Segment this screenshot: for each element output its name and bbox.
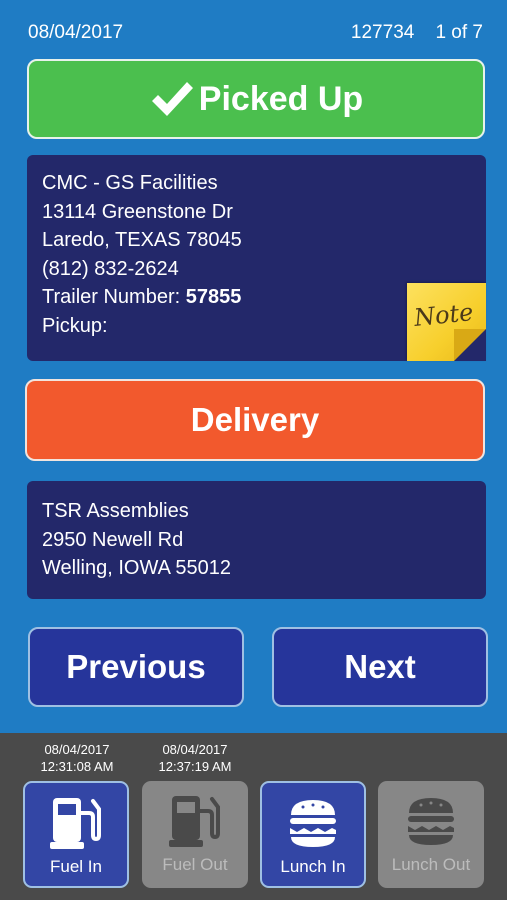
lunch-out-label: Lunch Out (391, 855, 471, 874)
timestamp-time: 12:31:08 AM (40, 759, 114, 774)
delivery-street: 2950 Newell Rd (42, 528, 184, 551)
fuel-out-button[interactable]: Fuel Out (142, 781, 248, 888)
delivery-details-card: TSR Assemblies 2950 Newell Rd Welling, I… (27, 481, 486, 599)
header-date: 08/04/2017 (28, 22, 124, 43)
note-sticky-icon[interactable]: Note (407, 283, 486, 361)
picked-up-button[interactable]: Picked Up (27, 59, 485, 139)
delivery-label: Delivery (190, 401, 320, 438)
lunch-out-button[interactable]: Lunch Out (378, 781, 484, 888)
fuel-in-label: Fuel In (50, 857, 102, 876)
timestamp-date: 08/04/2017 (44, 742, 110, 757)
picked-up-label: Picked Up (198, 79, 364, 118)
top-status-bar: 08/04/2017 127734 1 of 7 (0, 0, 507, 60)
next-button[interactable]: Next (272, 627, 488, 707)
previous-button[interactable]: Previous (28, 627, 244, 707)
pickup-phone[interactable]: (812) 832-2624 (42, 255, 471, 284)
pickup-street: 13114 Greenstone Dr (42, 200, 233, 223)
delivery-company: TSR Assemblies (42, 500, 189, 522)
pickup-city: Laredo, TEXAS 78045 (42, 229, 242, 251)
trailer-label: Trailer Number: (42, 286, 186, 308)
note-label: Note (412, 297, 475, 333)
header-order-info: 127734 1 of 7 (351, 22, 483, 44)
pickup-details-card: CMC - GS Facilities 13114 Greenstone Dr … (27, 155, 486, 361)
burger-icon (408, 798, 454, 845)
trailer-number: 57855 (185, 286, 242, 308)
lunch-in-label: Lunch In (280, 857, 346, 876)
fuel-pump-icon (50, 798, 101, 849)
burger-icon (290, 800, 336, 847)
order-number: 127734 (350, 22, 415, 43)
bottom-action-bar: 08/04/2017 12:31:08 AM 08/04/2017 12:37:… (0, 733, 507, 900)
fuel-out-timestamp: 08/04/2017 12:37:19 AM (145, 741, 245, 775)
fuel-out-label: Fuel Out (162, 855, 228, 874)
checkmark-icon (151, 82, 193, 116)
timestamp-date: 08/04/2017 (162, 742, 228, 757)
pickup-company: CMC - GS Facilities (42, 172, 218, 194)
page-indicator: 1 of 7 (435, 22, 483, 43)
delivery-city: Welling, IOWA 55012 (42, 557, 231, 579)
delivery-button[interactable]: Delivery (25, 379, 485, 461)
timestamp-time: 12:37:19 AM (158, 759, 232, 774)
fuel-in-button[interactable]: Fuel In (23, 781, 129, 888)
lunch-in-button[interactable]: Lunch In (260, 781, 366, 888)
fuel-pump-icon (169, 796, 220, 847)
fuel-in-timestamp: 08/04/2017 12:31:08 AM (27, 741, 127, 775)
next-label: Next (344, 648, 416, 685)
previous-label: Previous (66, 648, 206, 685)
